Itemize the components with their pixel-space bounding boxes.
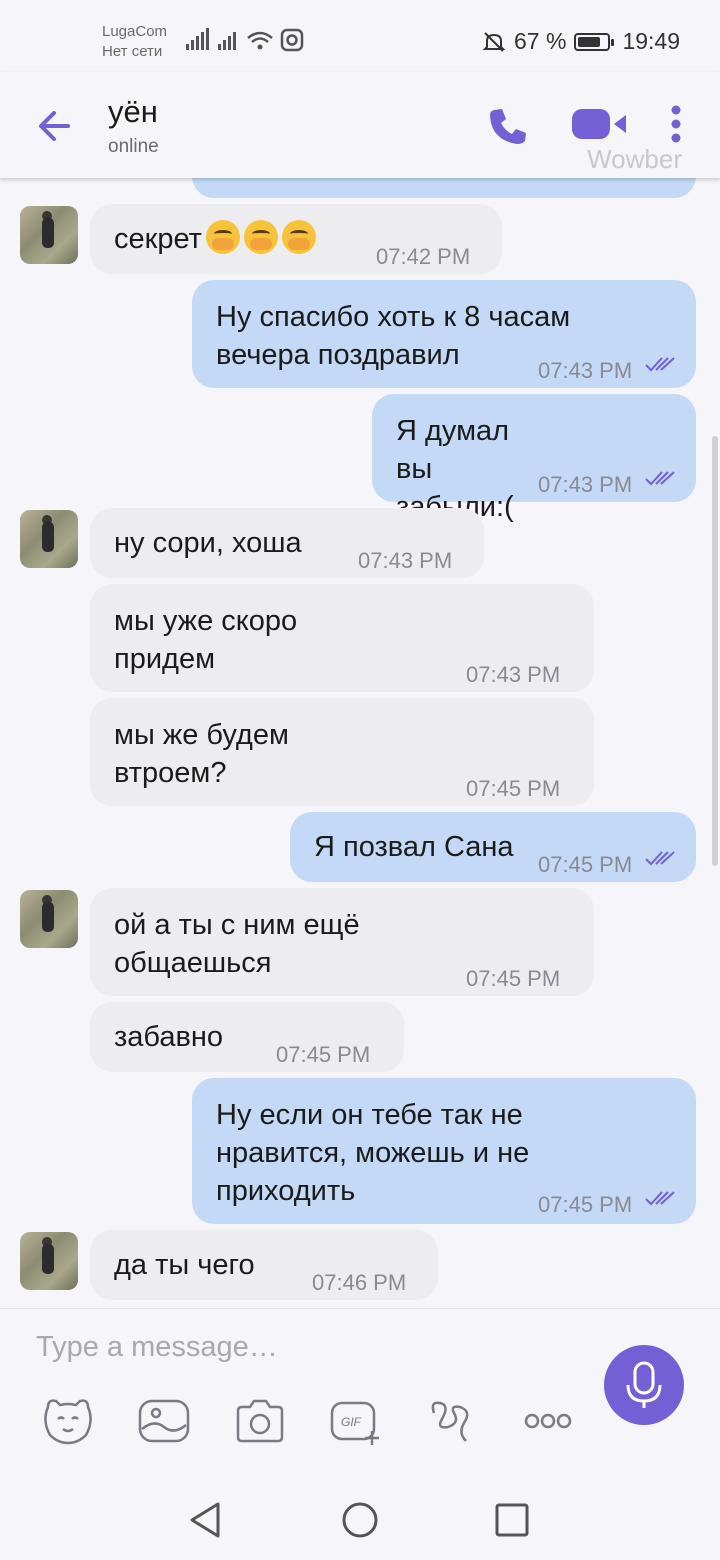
- message-time: 07:45 PM: [538, 1192, 633, 1217]
- carrier-name: LugaCom: [102, 23, 168, 40]
- message-text: Я позвал Сана: [314, 831, 514, 863]
- back-arrow-icon[interactable]: [34, 106, 74, 146]
- scrollbar[interactable]: [712, 436, 718, 866]
- message-time: 07:45 PM: [538, 852, 633, 877]
- message-time: 07:45 PM: [466, 966, 561, 991]
- message-text: мы же будем втроем?: [114, 719, 289, 789]
- gif-icon[interactable]: GIF: [328, 1393, 384, 1449]
- message-time: 07:45 PM: [466, 776, 561, 801]
- network-status: Нет сети: [102, 43, 163, 60]
- avatar[interactable]: [20, 890, 78, 948]
- message-time: 07:42 PM: [376, 244, 471, 269]
- avatar[interactable]: [20, 510, 78, 568]
- message-text: секрет: [114, 223, 202, 255]
- message-bubble[interactable]: Ну если он тебе так не нравится, можешь …: [192, 1078, 696, 1224]
- hand-over-mouth-emoji: [205, 220, 240, 254]
- hand-over-mouth-emoji: [243, 220, 278, 254]
- message-bubble[interactable]: да ты чего 07:46 PM: [90, 1230, 438, 1300]
- contact-status: online: [108, 136, 159, 157]
- composer: Type a message… GIF: [0, 1308, 720, 1481]
- read-ticks-icon: [645, 471, 675, 486]
- chat-header: уён online Wowber: [0, 72, 720, 178]
- mute-bell-icon: [482, 31, 506, 52]
- read-ticks-icon: [645, 851, 675, 866]
- microphone-icon: [626, 1361, 662, 1408]
- message-text: ой а ты с ним ещё общаешься: [114, 909, 360, 979]
- read-ticks-icon: [645, 1191, 675, 1206]
- message-list[interactable]: секрет 07:42 PM Ну спасибо хоть к 8 часа…: [0, 178, 720, 1308]
- home-circle-icon[interactable]: [340, 1500, 380, 1540]
- message-bubble[interactable]: Ну спасибо хоть к 8 часам вечера поздрав…: [192, 280, 696, 388]
- message-bubble[interactable]: мы же будем втроем? 07:45 PM: [90, 698, 594, 806]
- status-bar: LugaCom Нет сети 67 % 19:49: [0, 0, 720, 72]
- system-nav-bar: [0, 1480, 720, 1560]
- message-bubble[interactable]: секрет 07:42 PM: [90, 204, 502, 274]
- contact-name[interactable]: уён: [108, 94, 158, 130]
- message-bubble-partial[interactable]: [192, 178, 696, 198]
- message-bubble[interactable]: мы уже скоро придем 07:43 PM: [90, 584, 594, 692]
- message-time: 07:43 PM: [538, 358, 633, 383]
- more-vertical-icon[interactable]: [664, 104, 688, 148]
- message-time: 07:45 PM: [276, 1042, 371, 1067]
- read-ticks-icon: [645, 357, 675, 372]
- message-time: 07:43 PM: [538, 472, 633, 497]
- video-camera-icon[interactable]: [570, 106, 628, 142]
- clock: 19:49: [622, 28, 680, 54]
- microphone-button[interactable]: [604, 1345, 684, 1425]
- message-text: ну сори, хоша: [114, 527, 302, 559]
- message-bubble[interactable]: ну сори, хоша 07:43 PM: [90, 508, 484, 578]
- camera-icon[interactable]: [232, 1393, 288, 1449]
- message-time: 07:46 PM: [312, 1270, 407, 1295]
- avatar[interactable]: [20, 1232, 78, 1290]
- battery-icon: [574, 32, 615, 51]
- message-text: да ты чего: [114, 1249, 255, 1281]
- battery-percent: 67 %: [514, 28, 567, 54]
- message-input[interactable]: Type a message…: [36, 1331, 278, 1364]
- message-text: забавно: [114, 1021, 224, 1053]
- more-horizontal-icon[interactable]: [520, 1393, 576, 1449]
- message-bubble[interactable]: забавно 07:45 PM: [90, 1002, 404, 1072]
- carrier-info: LugaCom Нет сети: [102, 22, 167, 62]
- avatar[interactable]: [20, 206, 78, 264]
- signal-wifi-icons: [186, 28, 304, 52]
- message-time: 07:43 PM: [466, 662, 561, 687]
- sticker-icon[interactable]: [40, 1393, 96, 1449]
- back-triangle-icon[interactable]: [186, 1500, 226, 1540]
- gallery-icon[interactable]: [136, 1393, 192, 1449]
- svg-text:GIF: GIF: [341, 1415, 362, 1429]
- message-text: мы уже скоро придем: [114, 605, 298, 675]
- doodle-icon[interactable]: [424, 1393, 480, 1449]
- phone-icon[interactable]: [486, 104, 530, 148]
- message-time: 07:43 PM: [358, 548, 453, 573]
- message-bubble[interactable]: Я думал вы забыли:( 07:43 PM: [372, 394, 696, 523]
- recents-square-icon[interactable]: [492, 1500, 532, 1540]
- watermark: Wowber: [587, 144, 682, 174]
- message-bubble[interactable]: ой а ты с ним ещё общаешься 07:45 PM: [90, 888, 594, 996]
- hand-over-mouth-emoji: [281, 220, 316, 254]
- message-bubble[interactable]: Я позвал Сана 07:45 PM: [290, 812, 696, 882]
- status-right: 67 % 19:49: [482, 28, 680, 55]
